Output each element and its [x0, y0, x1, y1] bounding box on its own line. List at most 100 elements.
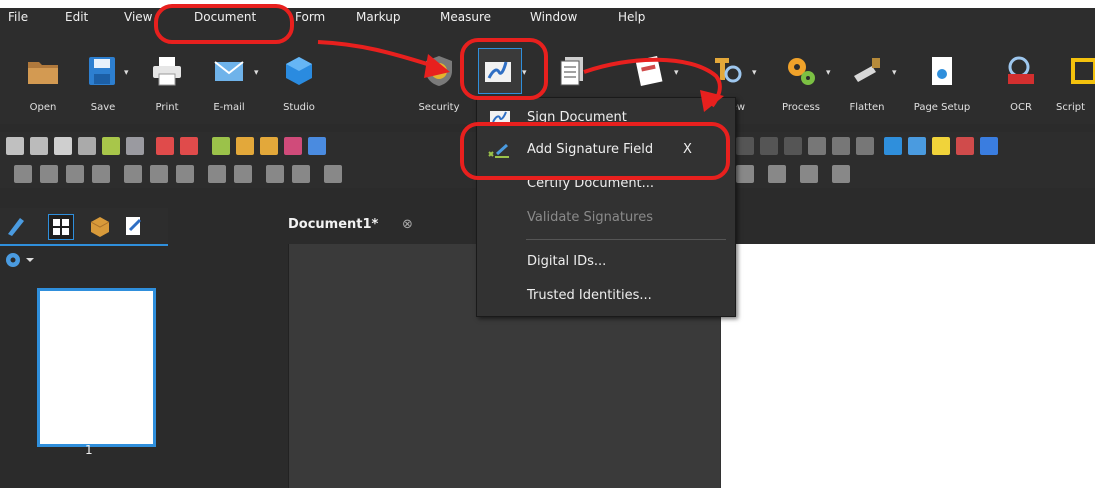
printer-icon [153, 57, 181, 86]
flatten-dropdown-arrow-icon[interactable]: ▾ [892, 68, 897, 78]
menu-form[interactable]: Form [295, 10, 325, 24]
review-dropdown-arrow-icon[interactable]: ▾ [752, 68, 757, 78]
menu-item-validate-signatures: Validate Signatures [477, 204, 735, 234]
shield-icon [426, 56, 452, 86]
list-indent-icon[interactable] [736, 165, 754, 183]
dropdown-separator [526, 239, 726, 240]
annotation-circle-signature-button [460, 38, 548, 100]
open-button[interactable]: Open [14, 44, 72, 124]
callout-icon[interactable] [956, 137, 974, 155]
email-dropdown-arrow-icon[interactable]: ▾ [254, 68, 259, 78]
ocr-icon [1008, 56, 1034, 84]
magnifier-text-icon [715, 58, 742, 83]
distribute-vertical-icon[interactable] [150, 165, 168, 183]
page-setup-label: Page Setup [913, 102, 971, 113]
menu-item-trusted-identities[interactable]: Trusted Identities... [477, 282, 735, 312]
studio-button[interactable]: Studio [270, 44, 328, 124]
folder-icon [28, 62, 58, 84]
bookmark-pen-icon[interactable] [4, 214, 28, 238]
roller-icon [854, 58, 880, 82]
align-right-icon[interactable] [856, 137, 874, 155]
center-icon[interactable] [176, 165, 194, 183]
text-color-icon[interactable] [884, 137, 902, 155]
delete-icon[interactable] [78, 137, 96, 155]
ocr-label: OCR [1010, 102, 1032, 113]
document-tab-close-icon[interactable]: ⊗ [402, 217, 413, 232]
save-dropdown-arrow-icon[interactable]: ▾ [124, 68, 129, 78]
menu-edit[interactable]: Edit [65, 10, 88, 24]
note-icon[interactable] [932, 137, 950, 155]
menu-measure[interactable]: Measure [440, 10, 491, 24]
align-left-icon[interactable] [808, 137, 826, 155]
flatten-button[interactable]: ▾ Flatten [838, 44, 897, 124]
form-document-icon [635, 55, 663, 87]
floppy-disk-icon [89, 57, 115, 85]
process-button[interactable]: ▾ Process [772, 44, 831, 124]
arrow-style-icon[interactable] [292, 165, 310, 183]
save-button[interactable]: ▾ Save [74, 44, 132, 124]
stamp-icon[interactable] [236, 137, 254, 155]
italic-icon[interactable] [760, 137, 778, 155]
form-edit-icon[interactable] [122, 214, 146, 238]
distribute-horizontal-icon[interactable] [124, 165, 142, 183]
thumbnails-grid-icon[interactable] [48, 214, 74, 240]
align-center-icon[interactable] [832, 137, 850, 155]
menu-file[interactable]: File [8, 10, 28, 24]
line-spacing-icon[interactable] [768, 165, 786, 183]
link-icon[interactable] [212, 137, 230, 155]
script-button[interactable]: Script [1054, 44, 1095, 124]
align-left-edges-icon[interactable] [14, 165, 32, 183]
settings-gear-icon[interactable] [4, 250, 44, 270]
save-label: Save [90, 102, 116, 113]
annotation-circle-document-menu [154, 4, 294, 44]
justify-icon[interactable] [832, 165, 850, 183]
bold-icon[interactable] [736, 137, 754, 155]
camera-icon[interactable] [126, 137, 144, 155]
menu-item-digital-ids[interactable]: Digital IDs... [477, 248, 735, 278]
studio-cube-icon [286, 57, 312, 85]
email-button[interactable]: ▾ E-mail [200, 44, 259, 124]
flatten-label: Flatten [849, 102, 885, 113]
spacing-icon[interactable] [208, 165, 226, 183]
document-tab[interactable]: Document1* ⊗ [288, 208, 438, 244]
line-style-icon[interactable] [324, 165, 342, 183]
digital-ids-label: Digital IDs... [527, 254, 607, 269]
forms-dropdown-arrow-icon[interactable]: ▾ [674, 68, 679, 78]
studio-label: Studio [283, 102, 315, 113]
paste-icon[interactable] [54, 137, 72, 155]
process-dropdown-arrow-icon[interactable]: ▾ [826, 68, 831, 78]
format-painter-icon[interactable] [102, 137, 120, 155]
menu-view[interactable]: View [124, 10, 152, 24]
print-button[interactable]: Print [138, 44, 196, 124]
paperclip-icon[interactable] [260, 137, 278, 155]
align-top-edges-icon[interactable] [40, 165, 58, 183]
menu-markup[interactable]: Markup [356, 10, 400, 24]
underline-icon[interactable] [784, 137, 802, 155]
envelope-icon [214, 61, 244, 81]
size-icon[interactable] [234, 165, 252, 183]
security-label: Security [418, 102, 460, 113]
scissors-icon[interactable] [6, 137, 24, 155]
page-gear-icon [932, 57, 952, 85]
script-icon [1071, 58, 1095, 84]
process-label: Process [782, 102, 820, 113]
menu-window[interactable]: Window [530, 10, 577, 24]
align-middle-icon[interactable] [92, 165, 110, 183]
ocr-button[interactable]: OCR [996, 44, 1046, 124]
align-bottom-edges-icon[interactable] [66, 165, 84, 183]
flip-icon[interactable] [266, 165, 284, 183]
document-page[interactable] [720, 244, 1095, 488]
package-icon[interactable] [88, 214, 112, 238]
print-label: Print [155, 102, 179, 113]
page-thumbnail[interactable] [37, 288, 156, 447]
paragraph-icon[interactable] [800, 165, 818, 183]
typewriter-icon[interactable] [908, 137, 926, 155]
copy-icon[interactable] [30, 137, 48, 155]
rotate-left-icon[interactable] [156, 137, 174, 155]
image-icon[interactable] [284, 137, 302, 155]
menu-help[interactable]: Help [618, 10, 645, 24]
pen-icon[interactable] [980, 137, 998, 155]
rotate-right-icon[interactable] [180, 137, 198, 155]
sketch-icon[interactable] [308, 137, 326, 155]
page-setup-button[interactable]: Page Setup [908, 44, 976, 124]
